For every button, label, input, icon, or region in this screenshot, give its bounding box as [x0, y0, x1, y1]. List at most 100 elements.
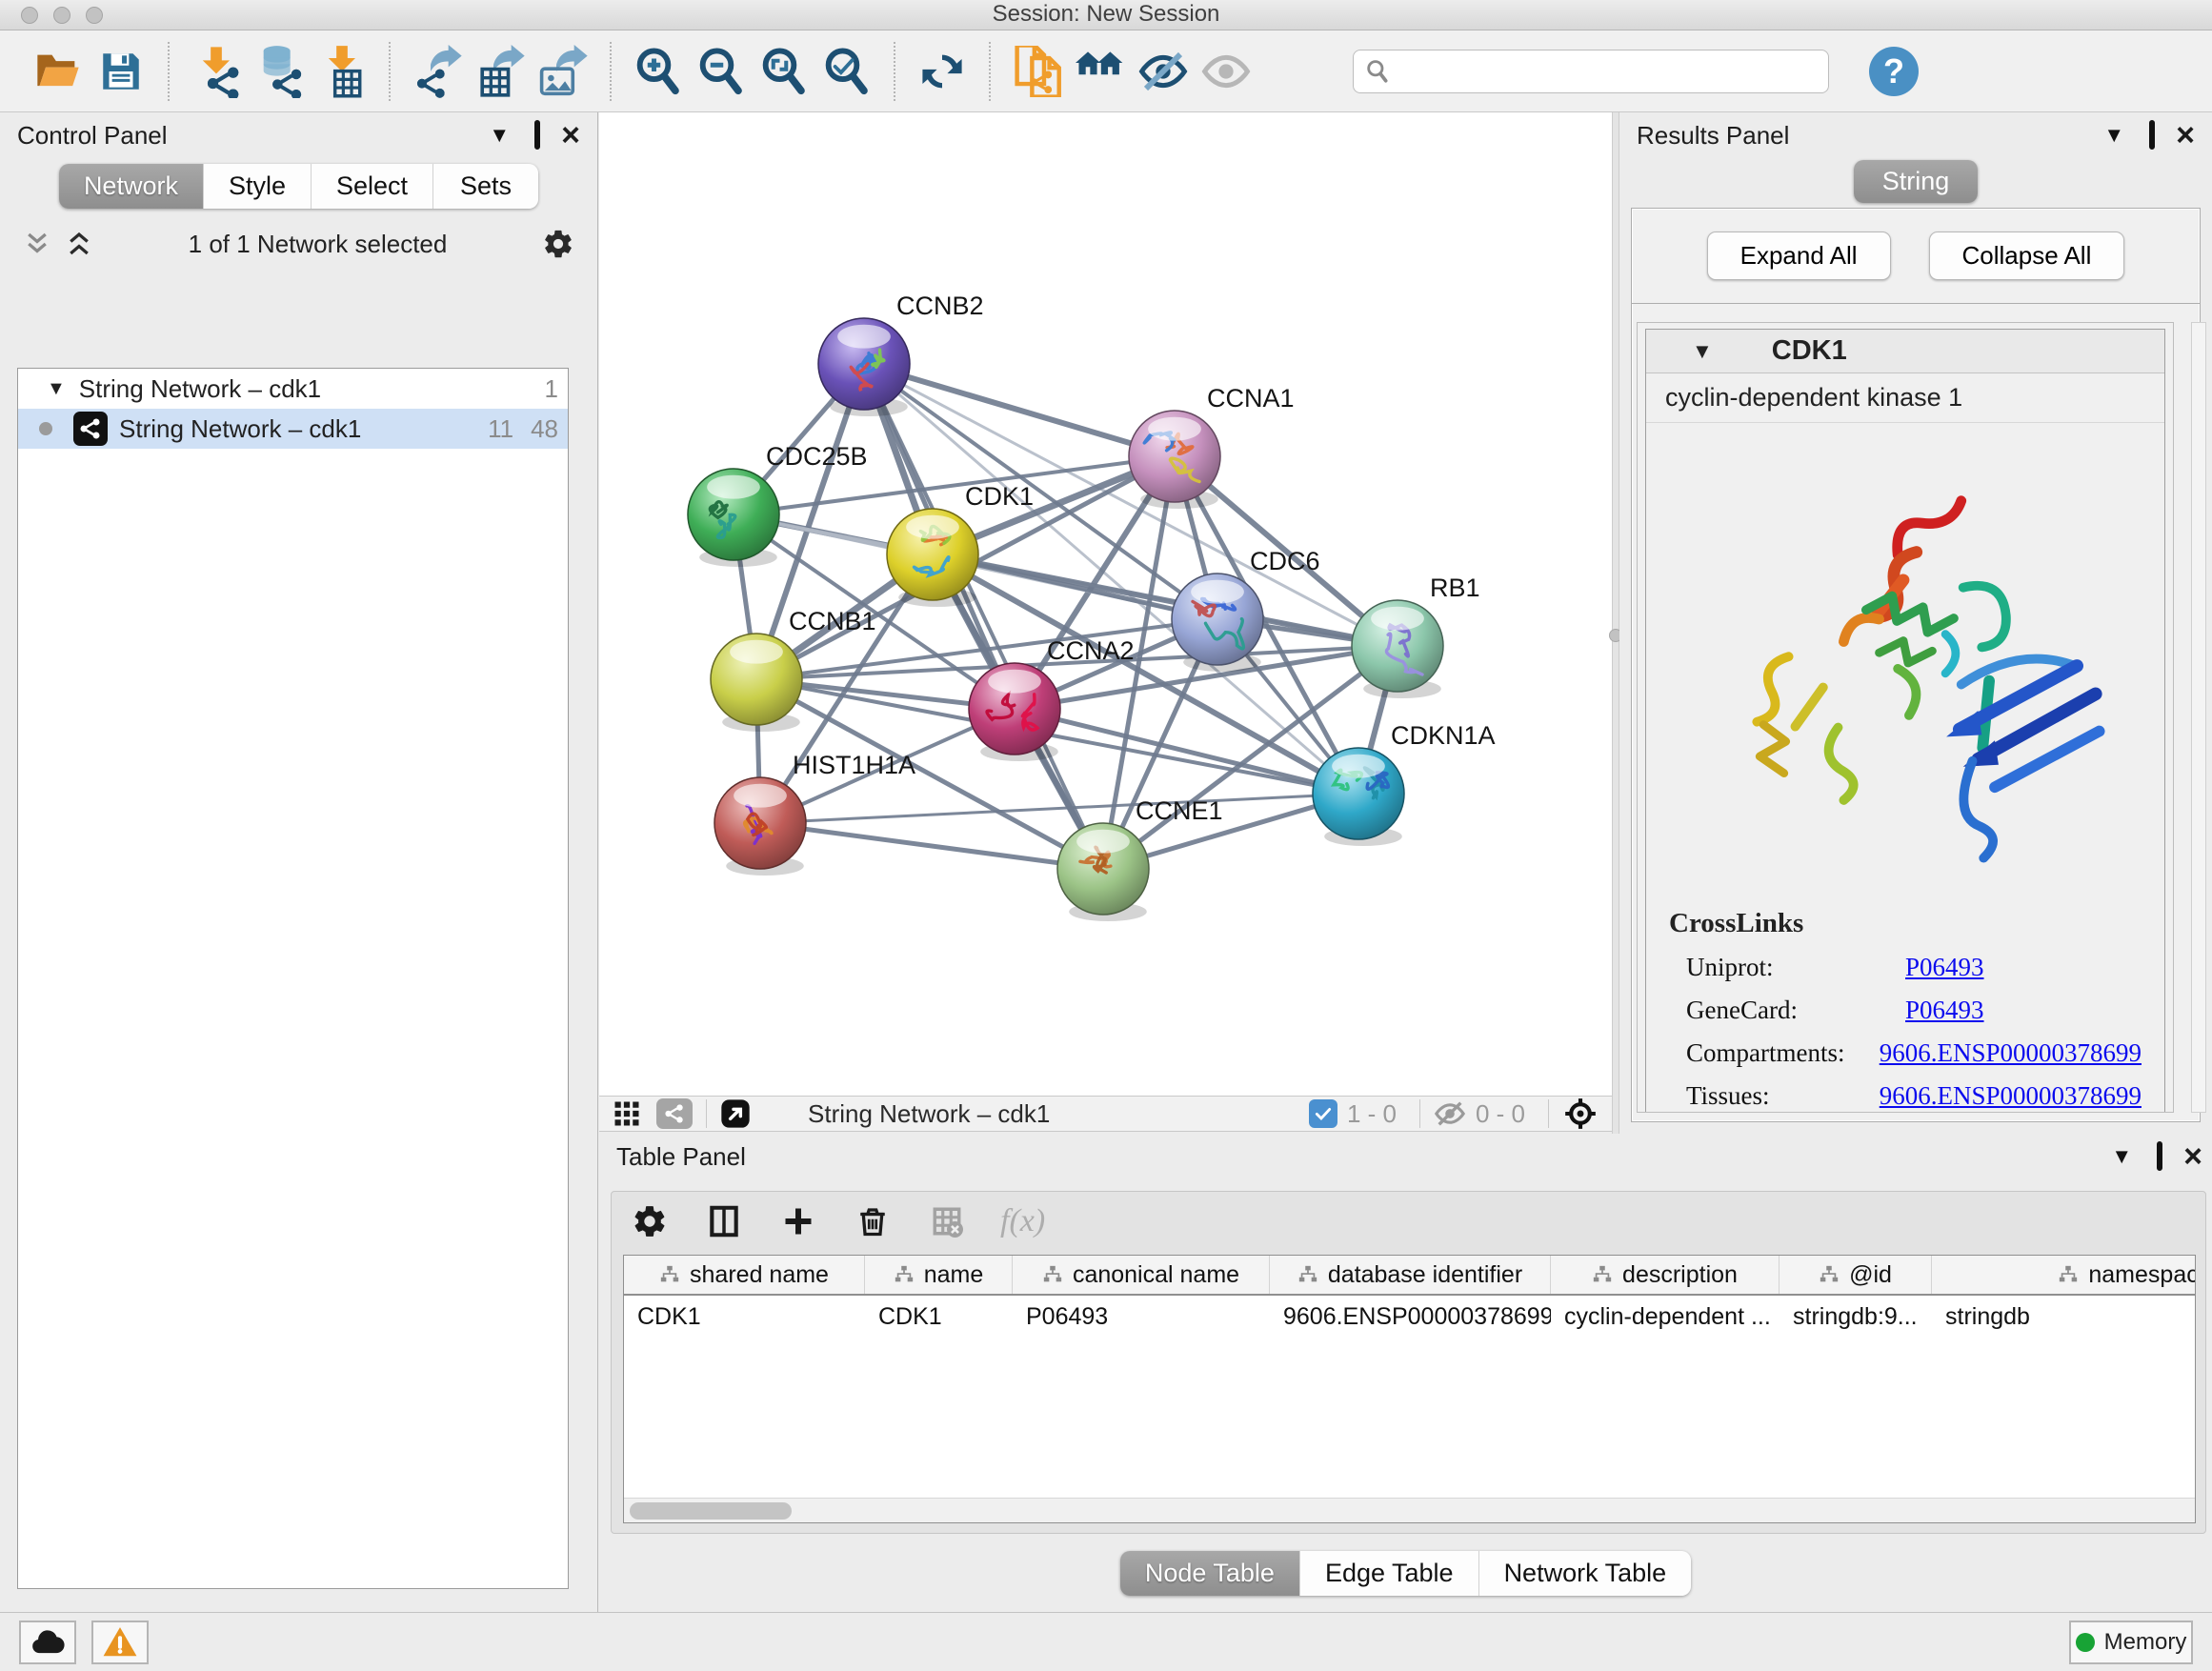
zoom-out-button[interactable] [690, 40, 753, 103]
tab-network[interactable]: Network [59, 164, 204, 209]
network-collection-row[interactable]: ▼ String Network – cdk1 1 [18, 369, 568, 409]
tab-select[interactable]: Select [312, 164, 433, 209]
apply-layout-button[interactable] [911, 40, 974, 103]
column-header-canonical-name[interactable]: canonical name [1013, 1256, 1270, 1294]
share-view-icon[interactable] [656, 1098, 693, 1129]
table-cell[interactable]: stringdb [1932, 1303, 2196, 1331]
import-network-button[interactable] [185, 40, 248, 103]
results-panel-menu-icon[interactable]: ▼ [2103, 125, 2124, 146]
results-panel-float-button[interactable] [2149, 125, 2155, 146]
current-network-name: String Network – cdk1 [808, 1099, 1050, 1129]
network-node-RB1[interactable]: RB1 [1352, 574, 1480, 698]
tab-edge-table[interactable]: Edge Table [1300, 1551, 1479, 1596]
hide-unselected-button[interactable] [1132, 40, 1195, 103]
vertical-splitter[interactable] [1612, 112, 1619, 1134]
scrollbar-thumb[interactable] [630, 1502, 792, 1520]
add-column-icon[interactable] [777, 1200, 819, 1242]
network-options-gear-icon[interactable] [542, 228, 574, 260]
zoom-selected-button[interactable] [815, 40, 878, 103]
network-edge-CDK1-RB1[interactable] [933, 554, 1398, 646]
collection-expander-icon[interactable]: ▼ [47, 378, 66, 400]
control-panel-menu-icon[interactable]: ▼ [489, 125, 510, 146]
tab-network-table[interactable]: Network Table [1479, 1551, 1692, 1596]
table-horizontal-scrollbar[interactable] [624, 1498, 2195, 1522]
tab-node-table[interactable]: Node Table [1120, 1551, 1300, 1596]
grid-view-icon[interactable] [613, 1099, 641, 1128]
control-panel-close-button[interactable]: × [561, 119, 580, 151]
network-canvas[interactable]: CCNB2CCNA1CDC25BCDK1CDC6RB1CCNB1CCNA2CDK… [599, 112, 1612, 1096]
table-cell[interactable]: stringdb:9... [1780, 1303, 1932, 1331]
table-cell[interactable]: cyclin-dependent ... [1551, 1303, 1780, 1331]
table-cell[interactable]: CDK1 [624, 1303, 865, 1331]
network-edge-CCNB2-CCNA1[interactable] [864, 364, 1175, 456]
search-input[interactable] [1399, 57, 1817, 86]
detach-view-icon[interactable] [720, 1098, 751, 1129]
show-columns-icon[interactable] [703, 1200, 745, 1242]
column-header--id[interactable]: @id [1780, 1256, 1932, 1294]
expand-all-networks-icon[interactable] [23, 230, 51, 258]
column-header-namespace[interactable]: namespace [1932, 1256, 2196, 1294]
save-session-button[interactable] [90, 40, 152, 103]
help-button[interactable]: ? [1869, 47, 1919, 96]
network-node-HIST1H1A[interactable]: HIST1H1A [714, 751, 915, 876]
export-table-button[interactable] [469, 40, 532, 103]
network-edge-HIST1H1A-CCNE1[interactable] [760, 823, 1103, 869]
column-header-database-identifier[interactable]: database identifier [1270, 1256, 1551, 1294]
table-row[interactable]: CDK1CDK1P064939606.ENSP00000378699cyclin… [624, 1296, 2195, 1338]
clone-network-button[interactable] [1006, 40, 1069, 103]
column-header-description[interactable]: description [1551, 1256, 1780, 1294]
network-node-CDKN1A[interactable]: CDKN1A [1313, 721, 1496, 846]
table-settings-gear-icon[interactable] [629, 1200, 671, 1242]
export-image-button[interactable] [532, 40, 594, 103]
crosslink-compartments[interactable]: 9606.ENSP00000378699 [1880, 1038, 2142, 1068]
column-header-shared-name[interactable]: shared name [624, 1256, 865, 1294]
tab-sets[interactable]: Sets [433, 164, 538, 209]
crosslink-tissues[interactable]: 9606.ENSP00000378699 [1880, 1081, 2142, 1111]
collapse-all-networks-icon[interactable] [65, 230, 93, 258]
string-home-button[interactable] [1069, 40, 1132, 103]
tab-string[interactable]: String [1854, 160, 1978, 203]
selected-checkbox-icon[interactable] [1309, 1099, 1337, 1128]
network-node-CCNE1[interactable]: CCNE1 [1057, 796, 1223, 921]
table-panel-menu-icon[interactable]: ▼ [2111, 1146, 2132, 1167]
network-node-CCNB1[interactable]: CCNB1 [711, 607, 876, 732]
open-session-button[interactable] [27, 40, 90, 103]
crosslink-genecard[interactable]: P06493 [1905, 996, 1984, 1025]
delete-column-icon[interactable] [852, 1200, 894, 1242]
import-table-button[interactable] [311, 40, 373, 103]
control-panel-float-button[interactable] [534, 125, 540, 146]
export-network-button[interactable] [406, 40, 469, 103]
protein-expander-icon[interactable]: ▼ [1692, 339, 1713, 364]
import-network-from-database-button[interactable] [248, 40, 311, 103]
table-panel-float-button[interactable] [2157, 1146, 2162, 1167]
control-panel-tabs: Network Style Select Sets [59, 164, 538, 209]
zoom-fit-button[interactable] [753, 40, 815, 103]
results-scrollbar[interactable] [2191, 322, 2206, 1113]
table-cell[interactable]: 9606.ENSP00000378699 [1270, 1303, 1551, 1331]
table-panel-close-button[interactable]: × [2183, 1140, 2202, 1173]
function-builder-icon: f(x) [1000, 1203, 1045, 1239]
results-panel-close-button[interactable]: × [2176, 119, 2195, 151]
tab-style[interactable]: Style [204, 164, 312, 209]
string-network-icon [73, 412, 108, 446]
crosslink-uniprot[interactable]: P06493 [1905, 953, 1984, 982]
network-row[interactable]: String Network – cdk1 11 48 [18, 409, 568, 449]
memory-button[interactable]: Memory [2069, 1621, 2193, 1664]
node-label-CDKN1A: CDKN1A [1391, 721, 1496, 750]
network-node-CDC25B[interactable]: CDC25B [688, 442, 868, 567]
table-cell[interactable]: P06493 [1013, 1303, 1270, 1331]
cloud-services-button[interactable] [19, 1621, 76, 1664]
show-all-button[interactable] [1195, 40, 1257, 103]
collapse-all-button[interactable]: Collapse All [1929, 232, 2125, 280]
table-cell[interactable]: CDK1 [865, 1303, 1013, 1331]
search-field[interactable] [1353, 50, 1829, 93]
zoom-in-button[interactable] [627, 40, 690, 103]
network-edge-CCNB2-CCNE1[interactable] [864, 364, 1103, 869]
expand-all-button[interactable]: Expand All [1707, 232, 1891, 280]
node-label-CDC25B: CDC25B [766, 442, 868, 471]
warnings-button[interactable] [91, 1621, 149, 1664]
network-edge-CCNA2-CDKN1A[interactable] [1015, 709, 1358, 794]
column-header-name[interactable]: name [865, 1256, 1013, 1294]
protein-section-header[interactable]: ▼ CDK1 [1646, 330, 2164, 373]
birds-eye-view-icon[interactable] [1562, 1096, 1599, 1132]
